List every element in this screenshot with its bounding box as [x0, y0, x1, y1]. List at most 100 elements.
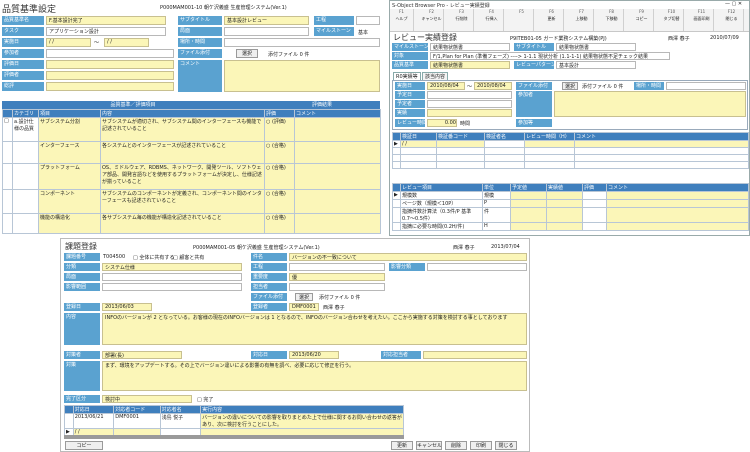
- eval-radio[interactable]: ○ (合格): [264, 189, 296, 214]
- toolbar-move-down-button[interactable]: F8 下移動: [600, 9, 624, 31]
- evaluation-date-field[interactable]: [46, 60, 174, 69]
- update-button[interactable]: 更新: [391, 441, 413, 450]
- review-pattern-field[interactable]: 基本設計: [556, 61, 636, 69]
- period-from-field[interactable]: / /: [46, 38, 91, 47]
- owner-select[interactable]: [289, 283, 385, 291]
- standard-field[interactable]: 結果物状態書: [430, 61, 510, 69]
- evaluator-field[interactable]: [46, 71, 174, 80]
- table-row[interactable]: 指摘件数計算法（0.3件/P 基準 0.7〜0.5件）件: [392, 207, 749, 223]
- reviewer-grid: 検証日 検証番コード 検証者名 レビュー時間（H） コメント ▶ / /: [392, 132, 749, 169]
- share-customer-checkbox[interactable]: □ 顧客と共有: [173, 254, 204, 261]
- table-row[interactable]: コンポーネント サブシステムのコンポーネントが定義され、コンポーネント間のインタ…: [2, 189, 382, 214]
- label-issue-no: 課題番号: [64, 253, 100, 261]
- label-subtitle: サブタイトル: [178, 16, 222, 25]
- label-participants: 参加者: [2, 49, 44, 58]
- actual-field[interactable]: [427, 109, 512, 117]
- eval-radio[interactable]: ○ (合格): [264, 141, 296, 164]
- toolbar-cancel-button[interactable]: F2 キャンセル: [420, 9, 444, 31]
- scheduler-field[interactable]: [427, 100, 512, 108]
- label-register-date: 登録日: [64, 303, 100, 311]
- milestone-field[interactable]: 結果物状態書: [430, 43, 510, 51]
- answer-date-field[interactable]: 2013/06/20: [289, 351, 339, 359]
- phase-select[interactable]: [102, 273, 242, 281]
- eval-radio[interactable]: ○ (合格): [264, 163, 296, 190]
- label-answer-date: 対応日: [251, 351, 287, 359]
- task-field[interactable]: アプリケーション設計: [46, 27, 166, 36]
- target-owner-select[interactable]: 部署(長): [102, 351, 182, 359]
- tab-results[interactable]: R0実績等: [393, 72, 421, 80]
- rank-select[interactable]: [102, 283, 242, 291]
- subtitle-field[interactable]: 結果物状態書: [556, 43, 636, 51]
- delete-button[interactable]: 削除: [445, 441, 467, 450]
- location-field[interactable]: [224, 38, 380, 47]
- location-field[interactable]: [666, 82, 746, 90]
- target-field[interactable]: F/1,Plan for Plan (準備フェーズ) ----> 1-1.1 現…: [430, 52, 670, 60]
- participants-field[interactable]: [554, 91, 746, 117]
- eval-radio[interactable]: ○ (合格): [264, 213, 296, 234]
- toolbar-help-button[interactable]: F1 ヘルプ: [390, 9, 414, 31]
- process-field[interactable]: [356, 16, 380, 25]
- toolbar-move-up-button[interactable]: F7 上移動: [570, 9, 594, 31]
- label-scheduler: 予定者: [395, 100, 425, 108]
- subtitle-field[interactable]: 基本設計レビュー: [224, 16, 309, 25]
- tab-content[interactable]: 該当内容: [422, 72, 449, 80]
- severity-select[interactable]: [427, 263, 527, 271]
- toolbar-copy-button[interactable]: F9 コピー: [630, 9, 654, 31]
- table-group-header: 品質基準／評価項目: [2, 101, 264, 109]
- table-row[interactable]: 機能の構造化 各サブシステム毎の機能が構造化記述されていること ○ (合格): [2, 213, 382, 234]
- toolbar-update-button[interactable]: F6 更新: [540, 9, 564, 31]
- quality-standard-table: カテゴリ 項目 内容 評価 コメント □ a.設計仕様の品質 サブシステム分割 …: [2, 109, 382, 234]
- issue-register-window: 課題登録 P000MAM001-05 朝ケ沢義盛 生産管理システム(Ver.1)…: [60, 238, 530, 452]
- share-all-checkbox[interactable]: □ 全体に共有する: [133, 254, 174, 261]
- issue-no-value: T004500: [103, 254, 126, 260]
- table-row[interactable]: 指摘に必要な時間(0.2H/件) H: [392, 222, 749, 231]
- toolbar-f5-button[interactable]: F5: [510, 9, 534, 31]
- select-file-button[interactable]: 選択: [295, 293, 313, 301]
- table-row[interactable]: ▶ / /: [392, 140, 749, 148]
- planned-date-field[interactable]: [427, 91, 512, 99]
- toolbar-insert-row-button[interactable]: F4 行挿入: [480, 9, 504, 31]
- date-to-field[interactable]: 2010/08/04: [474, 82, 512, 90]
- copy-button[interactable]: コピー: [65, 441, 103, 450]
- phase-field[interactable]: [224, 27, 309, 36]
- toolbar-delete-row-button[interactable]: F3 行削除: [450, 9, 474, 31]
- category-select[interactable]: システム仕様: [102, 263, 242, 271]
- review-time-field[interactable]: 0.00: [427, 119, 457, 127]
- row-checkbox[interactable]: □: [2, 117, 13, 142]
- window-controls[interactable]: — ▢ ✕: [725, 1, 742, 7]
- standard-name-field[interactable]: F.基本設計完了: [46, 16, 166, 25]
- table-row[interactable]: □ a.設計仕様の品質 サブシステム分割 サブシステムが適切され、サブシステム間…: [2, 117, 382, 142]
- comment-field[interactable]: [224, 60, 380, 92]
- cancel-button[interactable]: キャンセル: [416, 441, 442, 450]
- summary-field[interactable]: [46, 82, 174, 91]
- issue-name-field[interactable]: バージョンの不一致について: [289, 253, 527, 261]
- done-checkbox[interactable]: □ 完了: [197, 396, 213, 403]
- close-button[interactable]: 閉じる: [495, 441, 517, 450]
- content-textarea[interactable]: INFOのバージョンが 2 となっている。お客様の現在のINFOバージョンは 1…: [102, 313, 527, 345]
- toolbar-tab-switch-button[interactable]: F10 タブ切替: [660, 9, 684, 31]
- status-select[interactable]: 検討中: [102, 395, 192, 403]
- print-button[interactable]: 印刷: [470, 441, 492, 450]
- period-to-field[interactable]: / /: [104, 38, 149, 47]
- table-row[interactable]: 2013/06/21 DMF0001 浅島 悦子 バージョンの違いについての影響…: [64, 413, 404, 429]
- label-period: 実施日: [395, 82, 425, 90]
- toolbar-close-button[interactable]: F12 閉じる: [720, 9, 744, 31]
- participants-field[interactable]: [46, 49, 174, 58]
- eval-radio[interactable]: ○ (評価): [264, 117, 296, 142]
- date-from-field[interactable]: 2010/08/04: [427, 82, 465, 90]
- select-file-button[interactable]: 選択: [562, 82, 578, 90]
- importance-select[interactable]: 優: [289, 273, 385, 281]
- select-file-button[interactable]: 選択: [236, 49, 258, 58]
- register-date-field[interactable]: 2013/06/03: [102, 303, 152, 311]
- corrective-textarea[interactable]: まず、環境をアップデートする。その上でバージョン違いによる影響の有無を調べ、必要…: [102, 361, 527, 391]
- registrant-code-field[interactable]: DMF0001: [289, 303, 319, 311]
- review-item-grid: レビュー項目 単位 予定値 実績値 評価 コメント ▶ 規模数 規模 ページ数（規模…: [392, 183, 749, 231]
- process-select[interactable]: [289, 263, 385, 271]
- toolbar-print-screen-button[interactable]: F11 画面印刷: [690, 9, 714, 31]
- table-row[interactable]: ▶ 規模数 規模: [392, 191, 749, 200]
- table-row[interactable]: プラットフォーム OS、ミドルウェア、RDBMS、ネットワーク、開発ツール、ソフ…: [2, 163, 382, 190]
- label-rank: 影響範囲: [64, 283, 100, 291]
- table-row[interactable]: インターフェース 各システムとのインターフェースが記述されていること ○ (合格…: [2, 141, 382, 164]
- table-row[interactable]: ページ数（規模＜10P） P: [392, 199, 749, 208]
- responder-field[interactable]: [423, 351, 527, 359]
